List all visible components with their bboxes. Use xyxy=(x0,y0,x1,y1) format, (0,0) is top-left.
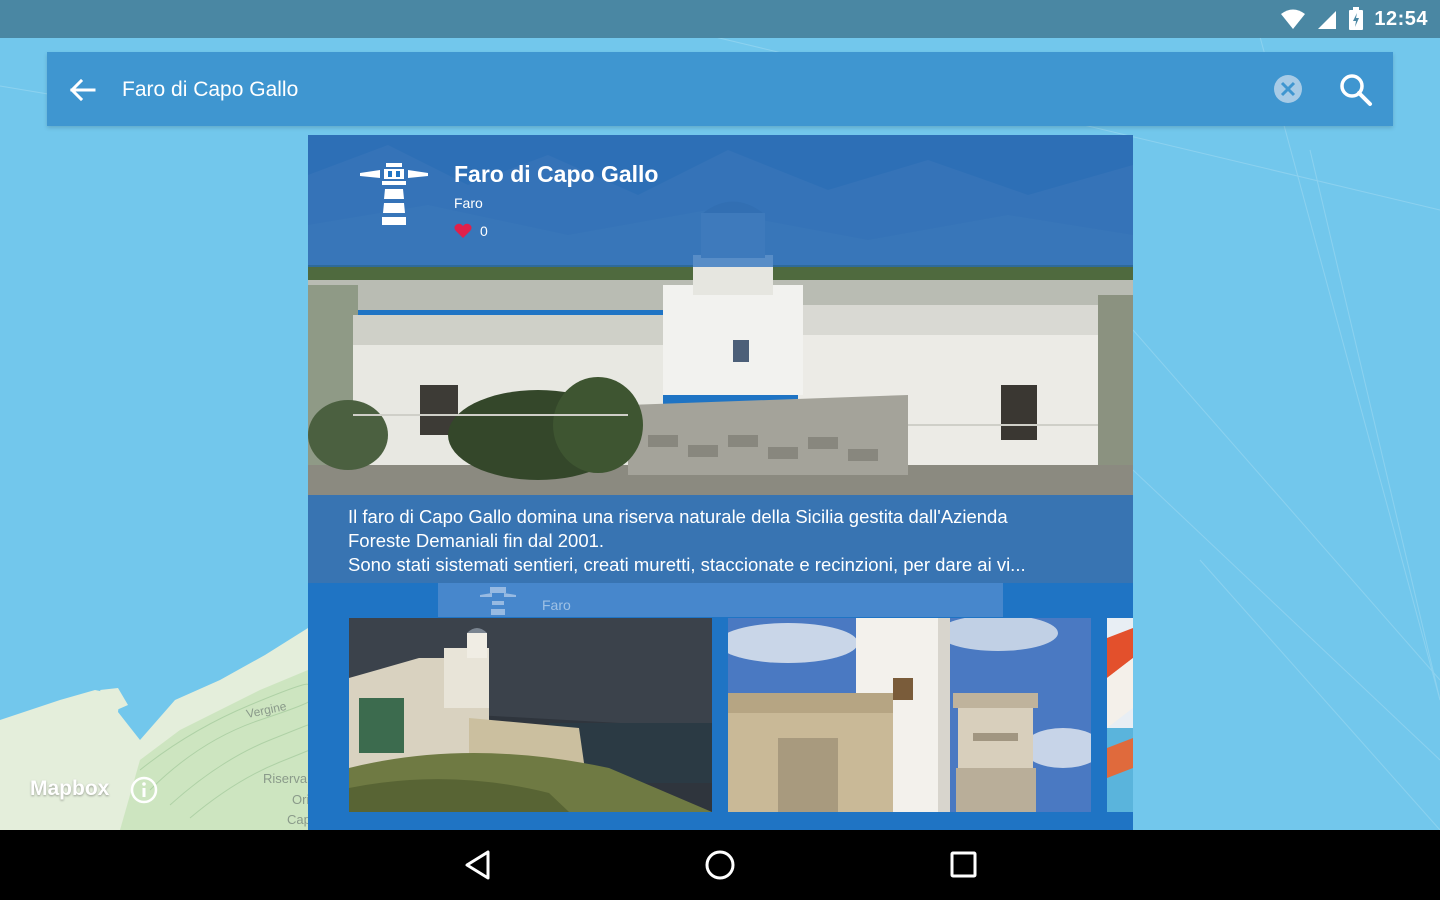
back-icon xyxy=(465,850,490,880)
battery-icon xyxy=(1349,7,1364,30)
lighthouse-tower-thumbnail xyxy=(728,618,1091,812)
wifi-icon xyxy=(1281,9,1306,29)
gallery-photo-3[interactable] xyxy=(1107,618,1133,812)
mapbox-logo: Mapbox xyxy=(30,777,110,800)
info-icon xyxy=(130,776,158,804)
search-input[interactable] xyxy=(122,76,1222,104)
home-icon xyxy=(705,850,735,880)
nav-recents-button[interactable] xyxy=(943,847,983,883)
next-card-preview: Faro xyxy=(438,583,1003,617)
nav-home-button[interactable] xyxy=(700,847,740,883)
lighthouse-icon xyxy=(360,163,428,225)
heart-icon xyxy=(454,223,472,238)
poi-description-panel: Il faro di Capo Gallo domina una riserva… xyxy=(308,495,1133,583)
back-arrow-icon xyxy=(69,78,96,102)
gallery-photo-1[interactable] xyxy=(349,618,712,812)
poi-card[interactable]: Faro di Capo Gallo Faro 0 Il faro di Cap… xyxy=(308,135,1133,830)
like-button[interactable]: 0 xyxy=(454,223,488,239)
clear-icon xyxy=(1274,75,1302,103)
lighthouse-photo-thumbnail xyxy=(349,618,712,812)
gallery-photo-2[interactable] xyxy=(728,618,1091,812)
next-card-category: Faro xyxy=(542,597,571,613)
like-count: 0 xyxy=(480,223,488,239)
search-icon xyxy=(1340,74,1372,106)
lighthouse-icon xyxy=(480,587,516,615)
signal-icon xyxy=(1318,11,1337,29)
nav-back-button[interactable] xyxy=(458,847,498,883)
status-bar: 12:54 xyxy=(0,0,1440,38)
back-button[interactable] xyxy=(64,72,104,108)
search-button[interactable] xyxy=(1336,70,1376,110)
status-icons: 12:54 xyxy=(1280,0,1428,38)
photo-thumbnail xyxy=(1107,618,1133,812)
map-info-button[interactable] xyxy=(130,776,158,804)
poi-description: Il faro di Capo Gallo domina una riserva… xyxy=(348,506,1026,575)
poi-header: Faro di Capo Gallo Faro 0 xyxy=(308,135,1133,267)
clock: 12:54 xyxy=(1374,7,1428,30)
clear-search-button[interactable] xyxy=(1270,71,1306,107)
poi-hero-photo: Faro di Capo Gallo Faro 0 Il faro di Cap… xyxy=(308,135,1133,583)
poi-category: Faro xyxy=(454,195,483,211)
poi-title: Faro di Capo Gallo xyxy=(454,161,659,187)
recents-icon xyxy=(950,851,977,878)
